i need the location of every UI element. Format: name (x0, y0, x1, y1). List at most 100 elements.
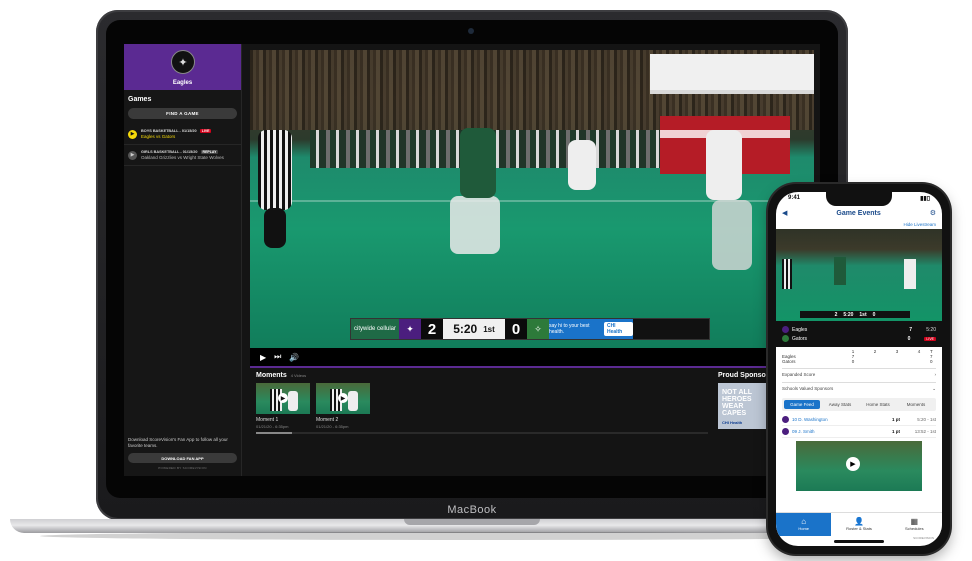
away-team: Gators (792, 335, 808, 342)
tab-moments[interactable]: Moments (898, 400, 934, 409)
nav-schedules[interactable]: ▦ Schedules (887, 513, 942, 536)
moment-name: Moment 2 (316, 417, 339, 423)
powered-by: POWERED BY SCOREVISION (158, 466, 207, 470)
feed-video-thumbnail[interactable]: ▶ (796, 441, 922, 491)
phone-screen: 9:41 ▮▮▯ ◀ Game Events ⚙ Hide Livestream… (776, 192, 942, 546)
player-figure (460, 128, 496, 198)
gators-logo-icon (782, 335, 789, 342)
laptop-camera (468, 28, 474, 34)
team-header: ✦ Eagles (124, 44, 241, 90)
feed-points: 1 pt (892, 417, 901, 422)
eagles-logo-icon (782, 326, 789, 333)
moments-scrollbar[interactable] (256, 432, 708, 434)
feed-item[interactable]: 09 J. Smith 1 pt 13:52 - 1st (782, 426, 936, 438)
replay-badge: REPLAY (200, 150, 219, 154)
play-icon: ▶ (338, 393, 348, 403)
volume-icon[interactable]: 🔊 (289, 353, 299, 362)
nav-roster[interactable]: 👤 Roster & Stats (831, 513, 886, 536)
nav-label: Roster & Stats (846, 526, 872, 531)
feed-time: 13:52 - 1st (914, 429, 936, 434)
table-team: Gators (782, 359, 796, 364)
game-item[interactable]: ▶ GIRLS BASKETBALL - 01/15/20 REPLAY Oak… (124, 145, 241, 166)
play-icon: ▶ (846, 457, 860, 471)
away-score: 0 (505, 319, 527, 339)
play-icon[interactable]: ▶ (260, 353, 266, 362)
player-figure (450, 196, 500, 254)
feed-time: 5:20 - 1st (917, 417, 936, 422)
video-tent (650, 54, 814, 94)
nav-home[interactable]: ⌂ Home (776, 513, 832, 536)
hide-livestream-link[interactable]: Hide Livestream (776, 220, 942, 229)
away-score: 0 (907, 335, 911, 342)
phone-video[interactable]: 2 5:20 1st 0 (776, 229, 942, 321)
home-icon: ⌂ (801, 517, 807, 526)
moment-name: Moment 1 (256, 417, 279, 423)
game-title: Eagles vs Gators (141, 134, 176, 139)
person-icon: 👤 (854, 517, 864, 526)
period-table: 1 2 3 4 T Eagles 7 7 Gators 0 0 (776, 347, 942, 366)
calendar-icon: ▦ (910, 517, 919, 526)
download-text: Download ScoreVision's Fan App to follow… (128, 437, 228, 449)
expanded-score-row[interactable]: Expanded Score › (782, 368, 936, 380)
battery-icon: ▮▮▯ (920, 196, 930, 202)
clock-period: 1st (483, 324, 495, 334)
game-clock: 5:20 1st (443, 319, 505, 339)
sponsors-row[interactable]: Schools Valued Sponsors ⌄ (782, 382, 936, 395)
video-controls: ▶ ⏭ 🔊 (250, 348, 814, 366)
play-icon: ▶ (128, 129, 137, 139)
clock-time: 5:20 (843, 311, 854, 318)
device-mockup: ✦ Eagles Games FIND A GAME ▶ BOYS BASKET… (0, 0, 972, 561)
play-icon: ▶ (128, 150, 137, 160)
phone-notch (826, 192, 892, 206)
skip-next-icon[interactable]: ⏭ (274, 352, 281, 362)
moment-thumbnail[interactable]: ▶ (316, 383, 370, 414)
table-cell: 0 (851, 359, 855, 364)
ad-brand: CHI Health (603, 322, 633, 336)
laptop-notch (404, 519, 540, 525)
feed-points: 1 pt (892, 429, 901, 434)
table-total: 0 (930, 359, 933, 364)
moments-list: ▶ Moment 1 01/21/20 - 6:35pm ▶ Moment 2 … (250, 383, 714, 429)
away-score: 0 (872, 311, 876, 318)
tab-home-stats[interactable]: Home Stats (860, 400, 896, 409)
bottom-nav: ⌂ Home 👤 Roster & Stats ▦ Schedules (776, 512, 942, 536)
tab-game-feed[interactable]: Game Feed (784, 400, 820, 409)
moments-panel: Moments 4 Videos ▶ Moment 1 01/21/20 - 6… (250, 368, 714, 476)
ad-text: say hi to your best health. (549, 323, 590, 335)
tab-away-stats[interactable]: Away Stats (822, 400, 858, 409)
gear-icon[interactable]: ⚙ (930, 209, 936, 217)
moment-card[interactable]: ▶ Moment 2 01/21/20 - 6:35pm (316, 383, 370, 429)
find-game-button[interactable]: FIND A GAME (128, 108, 237, 119)
moments-count: 4 Videos (290, 373, 307, 378)
team-name: Eagles (172, 80, 193, 86)
home-team: Eagles (792, 326, 808, 333)
referee-figure (258, 130, 292, 210)
expanded-score-label: Expanded Score (782, 372, 816, 377)
gators-logo-icon: ✧ (527, 319, 549, 339)
feed-player: 10 D. Washington (792, 417, 828, 422)
scorebug: citywide cellular ✦ 2 5:20 1st 0 ✧ say h… (350, 318, 710, 340)
home-score: 2 (421, 319, 443, 339)
sponsor-card-text: NOT ALL HEROES WEAR CAPES (722, 389, 752, 417)
back-icon[interactable]: ◀ (782, 209, 787, 217)
moment-thumbnail[interactable]: ▶ (256, 383, 310, 414)
video-player[interactable]: citywide cellular ✦ 2 5:20 1st 0 ✧ say h… (250, 50, 814, 348)
player-figure (904, 259, 916, 289)
feed-tabs: Game Feed Away Stats Home Stats Moments (782, 398, 936, 411)
game-item[interactable]: ▶ BOYS BASKETBALL - 01/15/20 LIVE Eagles… (124, 124, 241, 145)
sponsor-label: citywide cellular (351, 319, 399, 339)
game-feed: 10 D. Washington 1 pt 5:20 - 1st 09 J. S… (776, 414, 942, 438)
referee-figure (782, 259, 792, 289)
download-app-button[interactable]: DOWNLOAD FAN APP (128, 453, 237, 463)
live-badge: LIVE (924, 336, 936, 341)
feed-item[interactable]: 10 D. Washington 1 pt 5:20 - 1st (782, 414, 936, 426)
clock-period: 1st (859, 311, 867, 318)
moment-card[interactable]: ▶ Moment 1 01/21/20 - 6:35pm (256, 383, 310, 429)
feed-player: 09 J. Smith (792, 429, 815, 434)
sponsor-card[interactable]: NOT ALL HEROES WEAR CAPES CHI Health (718, 383, 768, 429)
eagles-logo-icon: ✦ (399, 319, 421, 339)
nav-label: Schedules (904, 526, 924, 531)
chevron-right-icon: › (934, 372, 937, 377)
phone-scorebug: 2 5:20 1st 0 (800, 311, 910, 318)
eagles-logo-icon (782, 428, 789, 435)
